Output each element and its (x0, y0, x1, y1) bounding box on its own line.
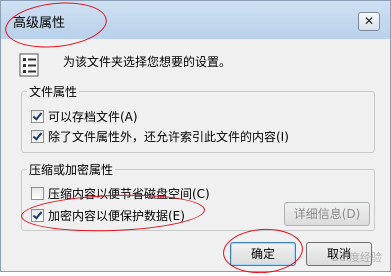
settings-list-icon (19, 53, 39, 77)
encrypt-checkbox-row[interactable]: 加密内容以便保护数据(E) (31, 207, 185, 224)
close-icon: ✕ (363, 14, 375, 28)
encrypt-checkbox[interactable] (31, 209, 44, 222)
dialog-title: 高级属性 (13, 16, 66, 31)
compress-checkbox-label: 压缩内容以便节省磁盘空间(C) (48, 187, 210, 201)
compress-encrypt-group-label: 压缩或加密属性 (27, 161, 116, 178)
compress-checkbox[interactable] (31, 187, 44, 200)
dialog-body: 为该文件夹选择您想要的设置。 文件属性 可以存档文件(A) 除了文件属性外，还允… (1, 39, 390, 271)
archive-checkbox-row[interactable]: 可以存档文件(A) (31, 108, 138, 125)
index-checkbox-row[interactable]: 除了文件属性外，还允许索引此文件的内容(I) (31, 128, 289, 145)
index-checkbox[interactable] (31, 130, 44, 143)
index-checkbox-label: 除了文件属性外，还允许索引此文件的内容(I) (48, 130, 289, 144)
close-button[interactable]: ✕ (358, 12, 380, 31)
watermark-text: Bai度经验 (331, 251, 382, 264)
ok-button[interactable]: 确定 (230, 242, 296, 266)
encrypt-checkbox-label: 加密内容以便保护数据(E) (48, 209, 185, 223)
title-bar: 高级属性 ✕ (1, 1, 390, 39)
compress-checkbox-row[interactable]: 压缩内容以便节省磁盘空间(C) (31, 185, 210, 202)
archive-checkbox[interactable] (31, 110, 44, 123)
archive-checkbox-label: 可以存档文件(A) (48, 110, 138, 124)
file-attributes-group-label: 文件属性 (27, 83, 80, 100)
details-button[interactable]: 详细信息(D) (284, 202, 370, 226)
advanced-attributes-dialog: 高级属性 ✕ 为该文件夹选择您想要的设置。 文件属性 可以存档文件(A) 除了文… (0, 0, 391, 276)
dialog-description: 为该文件夹选择您想要的设置。 (63, 55, 232, 69)
